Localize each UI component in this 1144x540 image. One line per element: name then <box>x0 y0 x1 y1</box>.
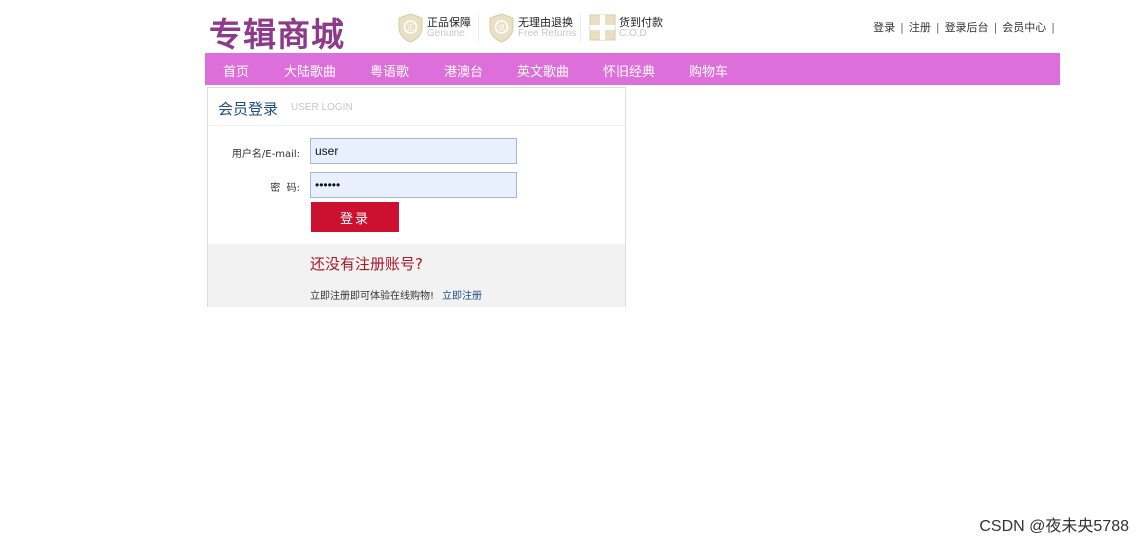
login-header: 会员登录 USER LOGIN <box>208 88 625 126</box>
badge-subtitle: C.O.D <box>619 28 647 39</box>
login-link[interactable]: 登录 <box>873 21 895 34</box>
svg-text:退: 退 <box>498 23 505 32</box>
member-center-link[interactable]: 会员中心 <box>1002 21 1046 34</box>
svg-text:正: 正 <box>407 24 414 32</box>
register-tip-text: 立即注册即可体验在线购物! <box>310 291 435 302</box>
register-tip: 立即注册即可体验在线购物! 立即注册 <box>310 287 482 302</box>
username-label: 用户名/E-mail: <box>231 149 300 160</box>
badge-divider <box>580 14 581 42</box>
watermark: CSDN @夜未央5788 <box>979 518 1129 535</box>
login-panel: 会员登录 USER LOGIN 用户名/E-mail: 密 码: 登录 还没有注… <box>207 87 626 307</box>
top-links: 登录 | 注册 | 登录后台 | 会员中心 | <box>873 19 1060 35</box>
login-subtitle: USER LOGIN <box>291 102 353 113</box>
password-label: 密 码: <box>270 183 300 194</box>
register-link[interactable]: 注册 <box>909 21 931 34</box>
returns-shield-icon: 退 <box>489 13 514 43</box>
badge-subtitle: Free Returns <box>518 28 577 39</box>
nav-item-classics[interactable]: 怀旧经典 <box>603 61 655 80</box>
site-logo[interactable]: 专辑商城 <box>209 8 345 56</box>
nav-item-home[interactable]: 首页 <box>223 61 249 80</box>
nav-item-cantonese[interactable]: 粤语歌 <box>370 61 409 80</box>
admin-login-link[interactable]: 登录后台 <box>945 21 989 34</box>
pipe-separator: | <box>993 21 998 34</box>
nav-item-hk-macau-tw[interactable]: 港澳台 <box>444 61 483 80</box>
pipe-separator: | <box>900 21 904 34</box>
login-button[interactable]: 登录 <box>311 202 399 232</box>
cod-box-icon <box>589 14 616 41</box>
nav-item-english-songs[interactable]: 英文歌曲 <box>517 61 569 80</box>
main-nav: 首页 大陆歌曲 粤语歌 港澳台 英文歌曲 怀旧经典 购物车 <box>205 53 1060 85</box>
register-now-link[interactable]: 立即注册 <box>442 291 482 302</box>
username-input[interactable] <box>310 138 517 164</box>
nav-item-mainland-songs[interactable]: 大陆歌曲 <box>284 61 336 80</box>
register-question: 还没有注册账号? <box>310 255 423 273</box>
badge-divider <box>478 14 479 42</box>
pipe-separator: | <box>935 21 940 34</box>
password-input[interactable] <box>310 172 517 198</box>
badge-subtitle: Genuine <box>427 28 465 39</box>
pipe-separator-trailing: | <box>1051 21 1055 34</box>
genuine-shield-icon: 正 <box>398 13 423 43</box>
register-section: 还没有注册账号? 立即注册即可体验在线购物! 立即注册 <box>208 244 625 307</box>
login-title: 会员登录 <box>218 100 279 118</box>
nav-item-cart[interactable]: 购物车 <box>689 61 728 80</box>
